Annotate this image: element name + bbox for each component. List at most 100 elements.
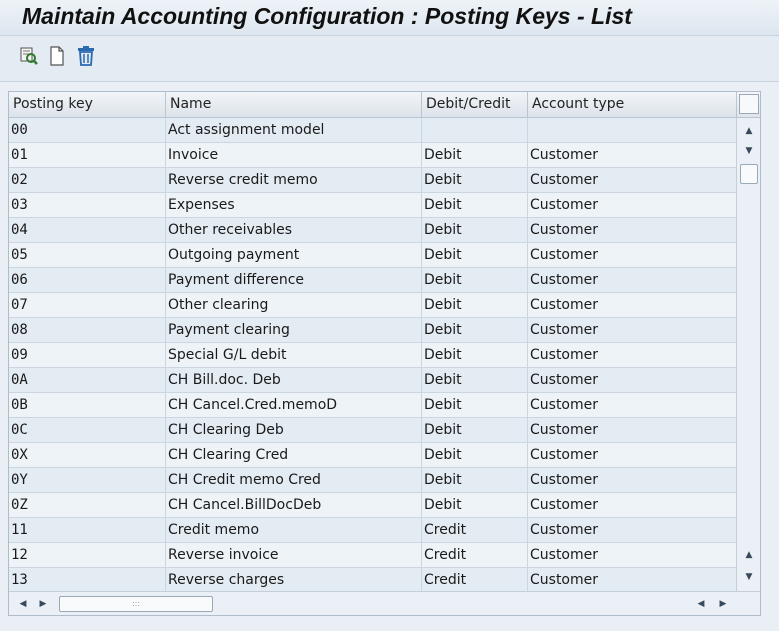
posting-key-cell[interactable]: 13: [9, 568, 166, 591]
posting-key-cell[interactable]: 09: [9, 343, 166, 367]
posting-key-cell[interactable]: 0B: [9, 393, 166, 417]
scroll-up-button[interactable]: ▲: [740, 122, 758, 140]
posting-key-cell[interactable]: 06: [9, 268, 166, 292]
table-row[interactable]: 00 Act assignment model: [9, 118, 736, 143]
account-type-cell[interactable]: Customer: [528, 168, 736, 192]
debit-credit-cell[interactable]: Debit: [422, 243, 528, 267]
page-up-button[interactable]: ▲: [740, 546, 758, 564]
posting-key-cell[interactable]: 0Y: [9, 468, 166, 492]
account-type-cell[interactable]: Customer: [528, 218, 736, 242]
posting-key-cell[interactable]: 07: [9, 293, 166, 317]
posting-key-cell[interactable]: 04: [9, 218, 166, 242]
debit-credit-cell[interactable]: Debit: [422, 318, 528, 342]
scroll-down-button[interactable]: ▼: [740, 142, 758, 160]
select-all-box[interactable]: [739, 94, 759, 114]
name-cell[interactable]: Expenses: [166, 193, 422, 217]
page-down-button[interactable]: ▼: [740, 568, 758, 586]
debit-credit-cell[interactable]: Debit: [422, 343, 528, 367]
page-right-button[interactable]: ▶: [715, 595, 731, 613]
debit-credit-cell[interactable]: Debit: [422, 443, 528, 467]
table-row[interactable]: 02 Reverse credit memo Debit Customer: [9, 168, 736, 193]
posting-key-cell[interactable]: 01: [9, 143, 166, 167]
debit-credit-cell[interactable]: Debit: [422, 468, 528, 492]
table-row[interactable]: 01 Invoice Debit Customer: [9, 143, 736, 168]
debit-credit-cell[interactable]: Debit: [422, 143, 528, 167]
details-button[interactable]: [18, 46, 40, 70]
page-left-button[interactable]: ◀: [693, 595, 709, 613]
posting-key-cell[interactable]: 02: [9, 168, 166, 192]
vertical-scroll-thumb[interactable]: [740, 164, 758, 184]
posting-key-cell[interactable]: 12: [9, 543, 166, 567]
table-row[interactable]: 0A CH Bill.doc. Deb Debit Customer: [9, 368, 736, 393]
name-cell[interactable]: Other receivables: [166, 218, 422, 242]
table-row[interactable]: 0B CH Cancel.Cred.memoD Debit Customer: [9, 393, 736, 418]
table-row[interactable]: 0Z CH Cancel.BillDocDeb Debit Customer: [9, 493, 736, 518]
name-cell[interactable]: CH Clearing Deb: [166, 418, 422, 442]
table-row[interactable]: 0X CH Clearing Cred Debit Customer: [9, 443, 736, 468]
debit-credit-cell[interactable]: Debit: [422, 268, 528, 292]
name-cell[interactable]: Credit memo: [166, 518, 422, 542]
account-type-cell[interactable]: Customer: [528, 193, 736, 217]
name-cell[interactable]: Reverse credit memo: [166, 168, 422, 192]
account-type-cell[interactable]: Customer: [528, 493, 736, 517]
account-type-cell[interactable]: Customer: [528, 243, 736, 267]
name-cell[interactable]: CH Bill.doc. Deb: [166, 368, 422, 392]
delete-button[interactable]: [75, 46, 97, 70]
table-row[interactable]: 06 Payment difference Debit Customer: [9, 268, 736, 293]
horizontal-scroll-thumb[interactable]: :::: [59, 596, 213, 612]
scroll-left-button[interactable]: ◀: [15, 595, 31, 613]
name-cell[interactable]: Outgoing payment: [166, 243, 422, 267]
name-cell[interactable]: Act assignment model: [166, 118, 422, 142]
table-row[interactable]: 04 Other receivables Debit Customer: [9, 218, 736, 243]
name-cell[interactable]: Payment clearing: [166, 318, 422, 342]
table-row[interactable]: 08 Payment clearing Debit Customer: [9, 318, 736, 343]
account-type-cell[interactable]: [528, 118, 736, 142]
debit-credit-cell[interactable]: Debit: [422, 493, 528, 517]
account-type-cell[interactable]: Customer: [528, 143, 736, 167]
column-header-name[interactable]: Name: [166, 92, 422, 117]
table-row[interactable]: 0Y CH Credit memo Cred Debit Customer: [9, 468, 736, 493]
account-type-cell[interactable]: Customer: [528, 393, 736, 417]
posting-key-cell[interactable]: 00: [9, 118, 166, 142]
name-cell[interactable]: Other clearing: [166, 293, 422, 317]
debit-credit-cell[interactable]: Debit: [422, 418, 528, 442]
account-type-cell[interactable]: Customer: [528, 293, 736, 317]
posting-key-cell[interactable]: 0C: [9, 418, 166, 442]
debit-credit-cell[interactable]: Debit: [422, 393, 528, 417]
debit-credit-cell[interactable]: Credit: [422, 518, 528, 542]
debit-credit-cell[interactable]: Debit: [422, 168, 528, 192]
account-type-cell[interactable]: Customer: [528, 343, 736, 367]
name-cell[interactable]: CH Credit memo Cred: [166, 468, 422, 492]
table-row[interactable]: 07 Other clearing Debit Customer: [9, 293, 736, 318]
account-type-cell[interactable]: Customer: [528, 468, 736, 492]
posting-key-cell[interactable]: 03: [9, 193, 166, 217]
account-type-cell[interactable]: Customer: [528, 518, 736, 542]
column-header-debit-credit[interactable]: Debit/Credit: [422, 92, 528, 117]
account-type-cell[interactable]: Customer: [528, 268, 736, 292]
posting-key-cell[interactable]: 11: [9, 518, 166, 542]
table-row[interactable]: 0C CH Clearing Deb Debit Customer: [9, 418, 736, 443]
column-header-account-type[interactable]: Account type: [528, 92, 736, 117]
name-cell[interactable]: Reverse invoice: [166, 543, 422, 567]
posting-key-cell[interactable]: 0X: [9, 443, 166, 467]
account-type-cell[interactable]: Customer: [528, 443, 736, 467]
name-cell[interactable]: Invoice: [166, 143, 422, 167]
debit-credit-cell[interactable]: Credit: [422, 543, 528, 567]
scroll-right-button[interactable]: ▶: [35, 595, 51, 613]
select-all-corner[interactable]: [736, 92, 760, 118]
table-row[interactable]: 09 Special G/L debit Debit Customer: [9, 343, 736, 368]
posting-key-cell[interactable]: 05: [9, 243, 166, 267]
debit-credit-cell[interactable]: Credit: [422, 568, 528, 591]
account-type-cell[interactable]: Customer: [528, 368, 736, 392]
account-type-cell[interactable]: Customer: [528, 418, 736, 442]
table-row[interactable]: 11 Credit memo Credit Customer: [9, 518, 736, 543]
name-cell[interactable]: CH Cancel.BillDocDeb: [166, 493, 422, 517]
column-header-posting-key[interactable]: Posting key: [9, 92, 166, 117]
debit-credit-cell[interactable]: [422, 118, 528, 142]
debit-credit-cell[interactable]: Debit: [422, 218, 528, 242]
name-cell[interactable]: Payment difference: [166, 268, 422, 292]
debit-credit-cell[interactable]: Debit: [422, 368, 528, 392]
horizontal-scrollbar[interactable]: ◀ ▶ ::: ◀ ▶: [9, 591, 760, 615]
name-cell[interactable]: Special G/L debit: [166, 343, 422, 367]
posting-key-cell[interactable]: 08: [9, 318, 166, 342]
